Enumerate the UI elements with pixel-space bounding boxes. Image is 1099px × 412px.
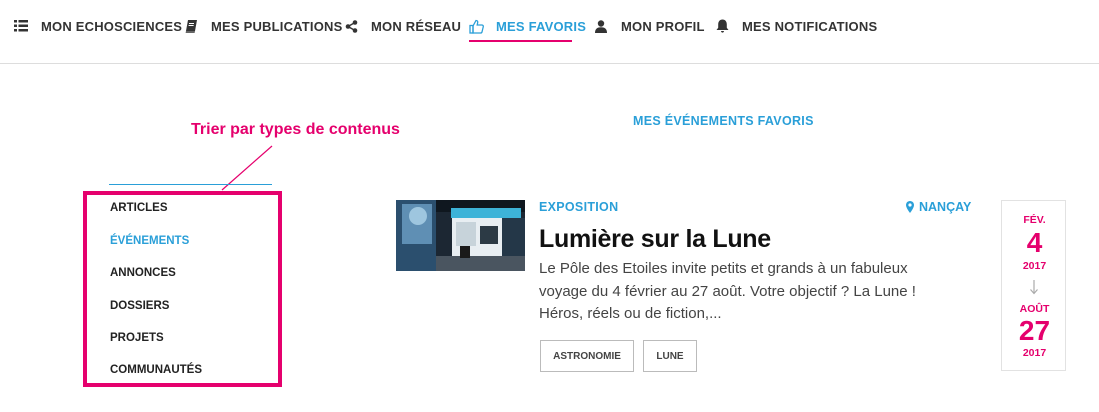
sidebar-item-articles[interactable]: ARTICLES [110,202,168,214]
nav-item-mon-profil[interactable]: MON PROFIL [593,17,705,35]
sidebar-item-dossiers[interactable]: DOSSIERS [110,300,169,312]
event-description: Le Pôle des Etoiles invite petits et gra… [539,260,916,322]
sidebar-item-annonces[interactable]: ANNONCES [110,267,176,279]
end-year: 2017 [1022,347,1047,359]
thumbs-up-icon [468,18,484,34]
nav-item-label: MES NOTIFICATIONS [742,18,878,34]
nav-item-label: MON PROFIL [621,18,705,34]
sidebar-item-evenements[interactable]: ÉVÉNEMENTS [110,235,189,247]
active-tab-underline [469,40,572,42]
nav-item-mes-publications[interactable]: MES PUBLICATIONS [183,17,343,35]
book-icon [183,18,199,34]
event-thumbnail[interactable] [396,200,525,271]
nav-item-label: MON RÉSEAU [371,18,462,34]
tag-astronomie[interactable]: ASTRONOMIE [540,340,634,372]
map-pin-icon [906,201,914,213]
end-month: AOÛT [1019,303,1050,315]
annotation-label: Trier par types de contenus [191,121,400,138]
list-icon [13,18,29,34]
section-title: MES ÉVÉNEMENTS FAVORIS [633,114,814,128]
top-navigation: MON ECHOSCIENCES MES PUBLICATIONS MON RÉ… [0,0,1099,64]
event-date-range: FÉV. 4 2017 AOÛT 27 2017 [1001,200,1066,371]
bell-icon [714,18,730,34]
nav-item-label: MES PUBLICATIONS [211,18,343,34]
nav-item-mes-notifications[interactable]: MES NOTIFICATIONS [714,17,877,35]
event-location-label: NANÇAY [919,200,972,214]
user-icon [593,18,609,34]
start-day: 4 [1026,227,1043,258]
start-month: FÉV. [1023,214,1046,226]
start-year: 2017 [1022,260,1047,272]
event-type: EXPOSITION [539,200,619,214]
sidebar-item-projets[interactable]: PROJETS [110,332,164,344]
event-location[interactable]: NANÇAY [906,200,971,214]
nav-item-label: MES FAVORIS [496,18,587,34]
arrow-down-icon [1030,280,1038,295]
nav-item-mon-reseau[interactable]: MON RÉSEAU [343,17,461,35]
share-icon [343,18,359,34]
end-day: 27 [1018,315,1051,346]
tag-lune[interactable]: LUNE [643,340,697,372]
event-title[interactable]: Lumière sur la Lune [539,225,771,254]
nav-item-mon-echosciences[interactable]: MON ECHOSCIENCES [13,17,182,35]
sidebar-divider [109,184,272,185]
sidebar-item-communautes[interactable]: COMMUNAUTÉS [110,364,202,376]
nav-item-label: MON ECHOSCIENCES [41,18,183,34]
nav-item-mes-favoris[interactable]: MES FAVORIS [468,17,586,35]
content-type-filter-highlight [83,191,282,387]
